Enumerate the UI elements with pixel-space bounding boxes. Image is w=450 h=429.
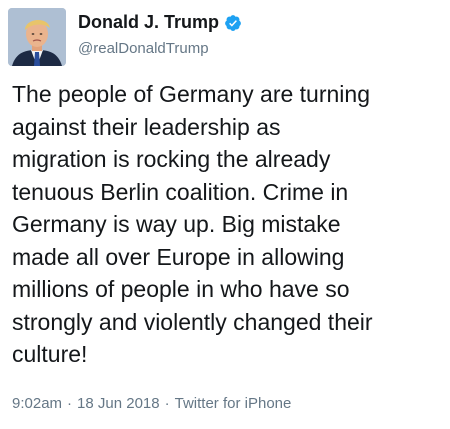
- verified-badge-icon: [225, 14, 241, 31]
- author-display-name-row[interactable]: Donald J. Trump: [78, 12, 242, 33]
- tweet-card: Donald J. Trump @realDonaldTrump The peo…: [0, 0, 450, 429]
- profile-photo-icon: [8, 8, 66, 66]
- author-handle[interactable]: @realDonaldTrump: [78, 40, 209, 57]
- tweet-time[interactable]: 9:02am: [12, 395, 62, 412]
- tweet-source[interactable]: Twitter for iPhone: [175, 395, 292, 412]
- tweet-meta: 9:02am · 18 Jun 2018 · Twitter for iPhone: [12, 395, 291, 412]
- tweet-text: The people of Germany are turning agains…: [12, 81, 373, 367]
- meta-separator: ·: [164, 395, 170, 412]
- profile-avatar[interactable]: [8, 8, 66, 66]
- meta-separator: ·: [67, 395, 73, 412]
- tweet-date[interactable]: 18 Jun 2018: [77, 395, 160, 412]
- author-display-name[interactable]: Donald J. Trump: [78, 12, 219, 33]
